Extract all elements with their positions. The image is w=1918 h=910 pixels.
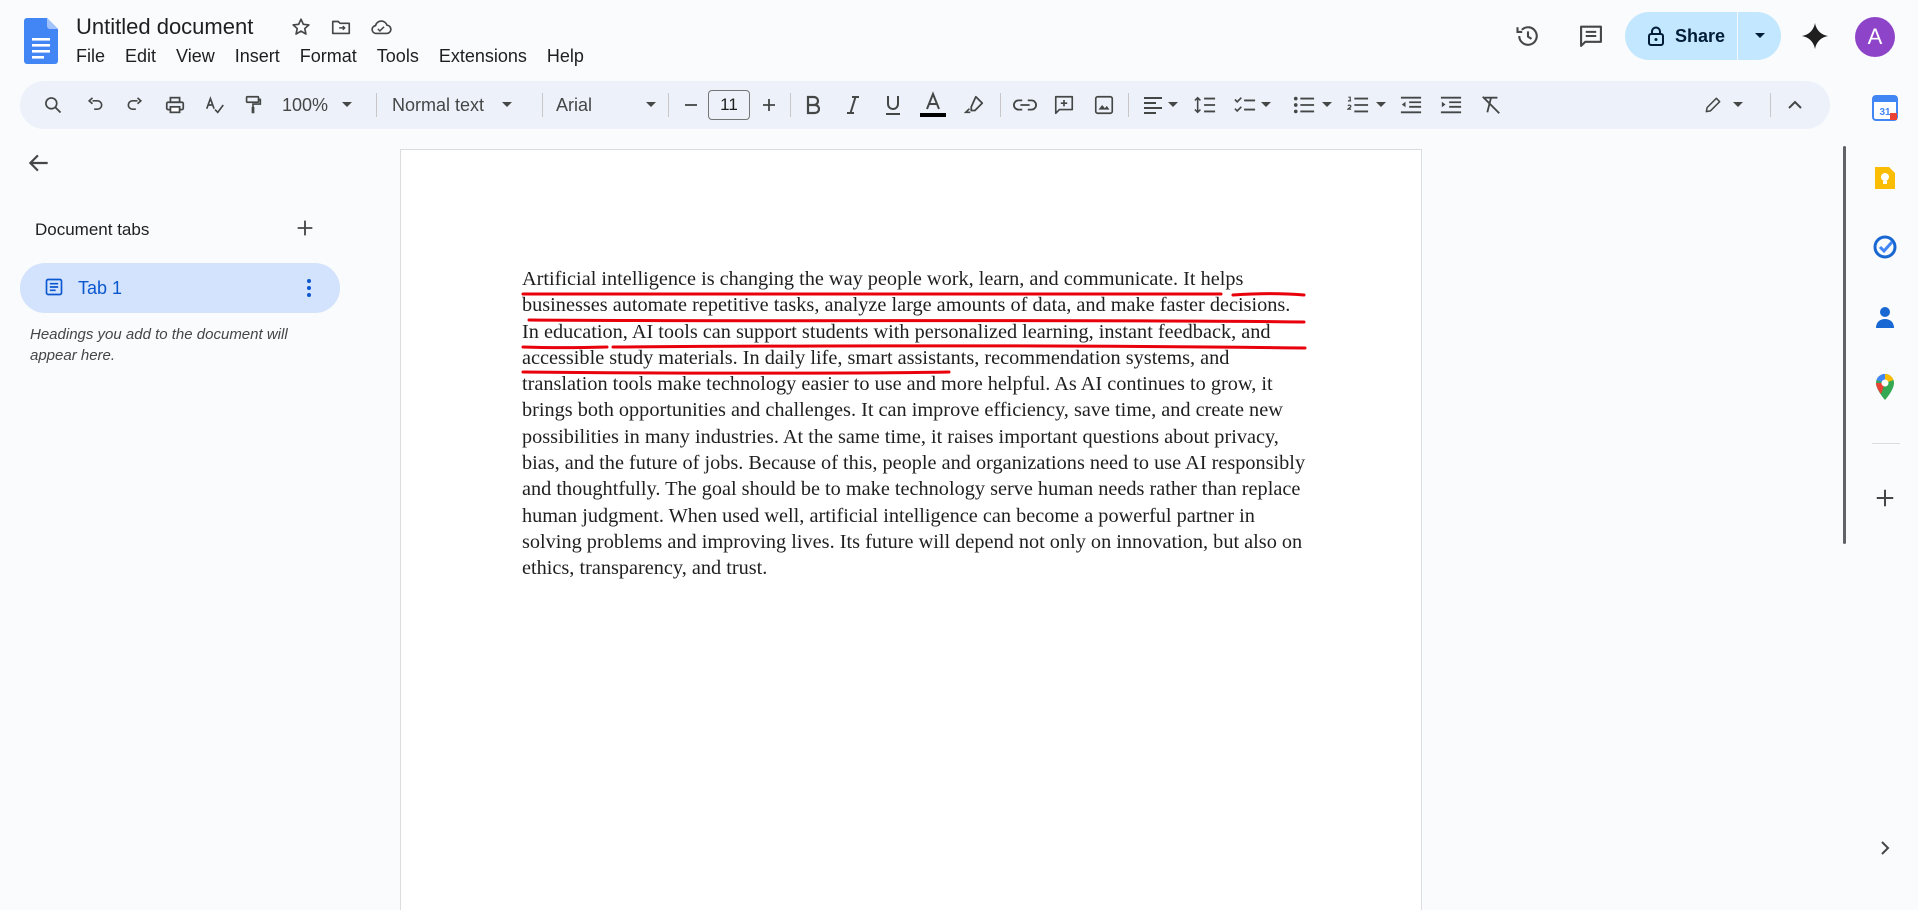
undo-icon[interactable] <box>82 81 108 129</box>
font-value: Arial <box>556 94 593 115</box>
get-addons-plus-icon[interactable] <box>1870 483 1900 513</box>
formatting-toolbar: 100% Normal text Arial 11 <box>20 81 1830 129</box>
bulleted-list-menu[interactable] <box>1290 81 1334 129</box>
editing-mode-menu[interactable] <box>1696 81 1750 129</box>
menu-tools[interactable]: Tools <box>377 46 429 67</box>
page-scrollbar[interactable] <box>1843 146 1846 544</box>
tab-label: Tab 1 <box>78 278 123 298</box>
zoom-select[interactable]: 100% <box>282 81 366 129</box>
toolbar-divider <box>668 93 669 117</box>
align-menu[interactable] <box>1138 81 1182 129</box>
share-divider <box>1737 12 1738 60</box>
move-folder-icon[interactable] <box>328 14 354 40</box>
document-title[interactable]: Untitled document <box>76 14 253 40</box>
font-chevron-down-icon <box>646 102 657 107</box>
bulleted-list-icon <box>1293 96 1314 114</box>
increase-font-size-icon[interactable] <box>758 81 780 129</box>
toolbar-divider <box>1128 93 1129 117</box>
star-icon[interactable] <box>288 14 314 40</box>
header: Untitled document File Edit View Insert … <box>0 0 1918 78</box>
hide-menus-chevron-up-icon[interactable] <box>1782 81 1808 129</box>
clear-formatting-icon[interactable] <box>1476 81 1506 129</box>
toolbar-divider <box>1770 93 1771 117</box>
editing-mode-chevron-down-icon <box>1733 102 1743 107</box>
tab-more-options-icon[interactable] <box>305 276 313 305</box>
paragraph-style-value: Normal text <box>392 94 485 115</box>
increase-indent-icon[interactable] <box>1436 81 1466 129</box>
cloud-saved-icon[interactable] <box>368 14 394 40</box>
align-left-icon <box>1143 97 1162 114</box>
comments-icon[interactable] <box>1571 16 1611 56</box>
share-label: Share <box>1675 25 1726 46</box>
bulleted-list-chevron-down-icon <box>1321 102 1332 107</box>
account-avatar[interactable]: A <box>1855 17 1895 57</box>
bold-icon[interactable] <box>800 81 826 129</box>
document-body-text[interactable]: Artificial intelligence is changing the … <box>522 266 1312 582</box>
google-docs-logo-icon[interactable] <box>24 18 58 64</box>
menu-extensions[interactable]: Extensions <box>439 46 537 67</box>
share-button-group: Share <box>1625 12 1781 60</box>
checklist-chevron-down-icon <box>1260 102 1271 107</box>
menu-file[interactable]: File <box>76 46 115 67</box>
toolbar-divider <box>542 93 543 117</box>
version-history-icon[interactable] <box>1508 16 1548 56</box>
paint-format-icon[interactable] <box>240 81 266 129</box>
menu-insert[interactable]: Insert <box>235 46 290 67</box>
gemini-sparkle-icon[interactable] <box>1795 16 1835 56</box>
menu-view[interactable]: View <box>176 46 225 67</box>
menu-edit[interactable]: Edit <box>125 46 166 67</box>
menu-bar: File Edit View Insert Format Tools Exten… <box>76 46 604 67</box>
outline-hint-text: Headings you add to the document will ap… <box>30 326 288 364</box>
checklist-menu[interactable] <box>1230 81 1274 129</box>
print-icon[interactable] <box>162 81 188 129</box>
decrease-indent-icon[interactable] <box>1396 81 1426 129</box>
calendar-app-icon[interactable]: 31 <box>1870 93 1900 123</box>
zoom-chevron-down-icon <box>342 102 353 107</box>
numbered-list-icon <box>1346 96 1368 113</box>
keep-app-icon[interactable] <box>1870 163 1900 193</box>
text-color-icon[interactable] <box>918 81 948 129</box>
menu-format[interactable]: Format <box>300 46 367 67</box>
align-chevron-down-icon <box>1167 102 1178 107</box>
checklist-icon <box>1233 97 1255 113</box>
sidebar-tab-1[interactable]: Tab 1 <box>20 263 340 313</box>
underline-icon[interactable] <box>880 81 906 129</box>
contacts-app-icon[interactable] <box>1870 302 1900 332</box>
pencil-icon <box>1705 97 1721 113</box>
menu-help[interactable]: Help <box>547 46 594 67</box>
insert-image-icon[interactable] <box>1090 81 1118 129</box>
lock-icon <box>1648 26 1664 46</box>
show-side-panel-chevron-right-icon[interactable] <box>1870 833 1900 863</box>
add-comment-icon[interactable] <box>1050 81 1078 129</box>
tasks-app-icon[interactable] <box>1870 232 1900 262</box>
numbered-list-menu[interactable] <box>1344 81 1388 129</box>
document-page[interactable]: Artificial intelligence is changing the … <box>400 149 1422 910</box>
search-menus-icon[interactable] <box>40 81 66 129</box>
zoom-value: 100% <box>282 94 329 115</box>
document-tabs-heading: Document tabs <box>35 220 150 239</box>
share-options-chevron-down-icon[interactable] <box>1738 12 1781 60</box>
back-arrow-icon[interactable] <box>26 150 52 181</box>
spelling-grammar-check-icon[interactable] <box>202 81 228 129</box>
toolbar-divider <box>790 93 791 117</box>
line-spacing-icon[interactable] <box>1190 81 1220 129</box>
svg-text:31: 31 <box>1879 107 1891 118</box>
insert-link-icon[interactable] <box>1010 81 1040 129</box>
add-tab-plus-icon[interactable] <box>294 217 316 244</box>
share-button[interactable]: Share <box>1625 12 1737 60</box>
style-chevron-down-icon <box>502 102 513 107</box>
decrease-font-size-icon[interactable] <box>680 81 702 129</box>
rail-divider <box>1872 443 1900 444</box>
font-size-input[interactable]: 11 <box>708 90 750 120</box>
redo-icon[interactable] <box>122 81 148 129</box>
maps-app-icon[interactable] <box>1870 372 1900 402</box>
toolbar-divider <box>1000 93 1001 117</box>
paragraph-style-select[interactable]: Normal text <box>392 81 528 129</box>
italic-icon[interactable] <box>840 81 866 129</box>
highlight-color-icon[interactable] <box>960 81 988 129</box>
tab-document-icon <box>44 277 64 302</box>
font-select[interactable]: Arial <box>556 81 672 129</box>
numbered-list-chevron-down-icon <box>1375 102 1386 107</box>
toolbar-divider <box>376 93 377 117</box>
